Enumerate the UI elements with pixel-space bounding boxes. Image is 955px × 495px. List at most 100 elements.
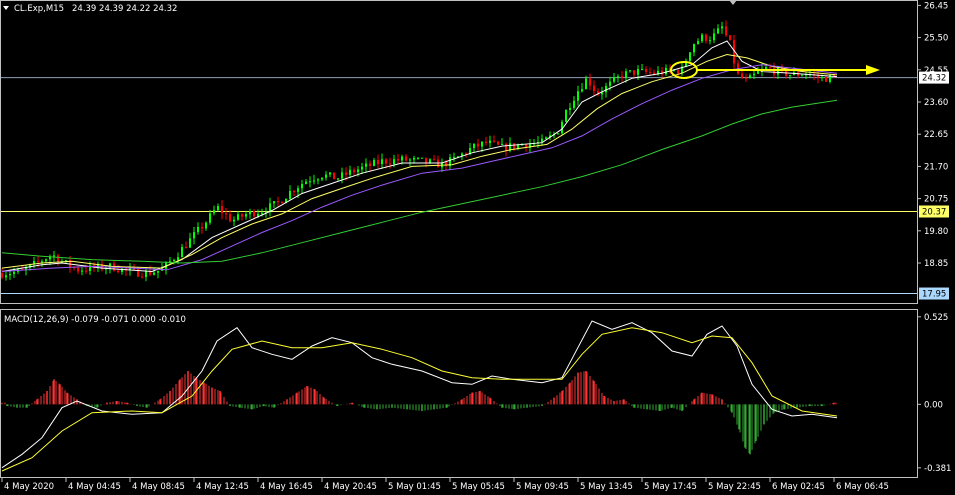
- candle[interactable]: [349, 169, 351, 175]
- candle[interactable]: [825, 77, 827, 82]
- candle[interactable]: [309, 181, 311, 183]
- candle[interactable]: [237, 214, 239, 220]
- candle[interactable]: [801, 75, 803, 77]
- candle[interactable]: [137, 268, 139, 277]
- candle[interactable]: [369, 163, 371, 166]
- candle[interactable]: [629, 70, 631, 72]
- candle[interactable]: [393, 159, 395, 164]
- candle[interactable]: [753, 73, 755, 76]
- candle[interactable]: [249, 211, 251, 215]
- candle[interactable]: [473, 143, 475, 149]
- candle[interactable]: [321, 177, 323, 180]
- candle[interactable]: [729, 35, 731, 41]
- candle[interactable]: [697, 41, 699, 45]
- candle[interactable]: [641, 68, 643, 70]
- candle[interactable]: [665, 67, 667, 75]
- candle[interactable]: [581, 89, 583, 92]
- candle[interactable]: [497, 141, 499, 145]
- candle[interactable]: [609, 81, 611, 86]
- trading-chart[interactable]: 26.4525.5024.5523.6022.6521.7020.7519.80…: [0, 0, 955, 495]
- candle[interactable]: [389, 163, 391, 165]
- candle[interactable]: [189, 238, 191, 248]
- candle[interactable]: [701, 34, 703, 42]
- candle[interactable]: [645, 68, 647, 72]
- candle[interactable]: [197, 226, 199, 233]
- candle[interactable]: [573, 100, 575, 108]
- candle[interactable]: [593, 85, 595, 92]
- candle[interactable]: [341, 172, 343, 179]
- candle[interactable]: [85, 270, 87, 272]
- candle[interactable]: [765, 67, 767, 69]
- candle[interactable]: [717, 28, 719, 34]
- candle[interactable]: [333, 172, 335, 180]
- candle[interactable]: [317, 179, 319, 181]
- candle[interactable]: [9, 273, 11, 276]
- candle[interactable]: [417, 157, 419, 159]
- candle[interactable]: [141, 276, 143, 278]
- candle[interactable]: [625, 71, 627, 78]
- candle[interactable]: [173, 259, 175, 262]
- candle[interactable]: [425, 157, 427, 163]
- candle[interactable]: [181, 247, 183, 258]
- candle[interactable]: [789, 75, 791, 77]
- candle[interactable]: [565, 109, 567, 122]
- candle[interactable]: [277, 201, 279, 203]
- candle[interactable]: [301, 184, 303, 189]
- candle[interactable]: [201, 226, 203, 229]
- candle[interactable]: [81, 270, 83, 272]
- candle[interactable]: [193, 232, 195, 239]
- candle[interactable]: [345, 172, 347, 175]
- candle[interactable]: [57, 255, 59, 263]
- candle[interactable]: [45, 259, 47, 262]
- candle[interactable]: [773, 68, 775, 75]
- candle[interactable]: [245, 214, 247, 217]
- candle[interactable]: [401, 156, 403, 161]
- candle[interactable]: [37, 261, 39, 263]
- candle[interactable]: [385, 159, 387, 164]
- candle[interactable]: [557, 133, 559, 135]
- candle[interactable]: [541, 138, 543, 143]
- candle[interactable]: [337, 178, 339, 180]
- candle[interactable]: [705, 34, 707, 41]
- candle[interactable]: [117, 270, 119, 273]
- candle[interactable]: [261, 212, 263, 214]
- candle[interactable]: [221, 206, 223, 214]
- candle[interactable]: [77, 267, 79, 272]
- candle[interactable]: [677, 70, 679, 74]
- candle[interactable]: [241, 214, 243, 217]
- candle[interactable]: [225, 213, 227, 215]
- candle[interactable]: [421, 157, 423, 159]
- candle[interactable]: [485, 141, 487, 144]
- candle[interactable]: [633, 70, 635, 75]
- candle[interactable]: [329, 172, 331, 175]
- candle[interactable]: [409, 159, 411, 161]
- candle[interactable]: [253, 211, 255, 217]
- candle[interactable]: [613, 77, 615, 82]
- candle[interactable]: [213, 210, 215, 214]
- candle[interactable]: [693, 44, 695, 53]
- candle[interactable]: [749, 75, 751, 79]
- candle[interactable]: [53, 255, 55, 257]
- candle[interactable]: [209, 213, 211, 223]
- candle[interactable]: [313, 180, 315, 182]
- candle[interactable]: [481, 141, 483, 147]
- candle[interactable]: [649, 71, 651, 73]
- candle[interactable]: [353, 169, 355, 173]
- candle[interactable]: [769, 67, 771, 69]
- candle[interactable]: [361, 166, 363, 170]
- candle[interactable]: [605, 85, 607, 93]
- candle[interactable]: [217, 206, 219, 211]
- candle[interactable]: [429, 159, 431, 163]
- candle[interactable]: [381, 159, 383, 165]
- candle[interactable]: [373, 160, 375, 166]
- candle[interactable]: [477, 143, 479, 147]
- candle[interactable]: [545, 137, 547, 139]
- candle[interactable]: [709, 40, 711, 42]
- candle[interactable]: [741, 73, 743, 78]
- candle[interactable]: [153, 272, 155, 275]
- candle[interactable]: [821, 77, 823, 79]
- candle[interactable]: [281, 201, 283, 204]
- candle[interactable]: [577, 91, 579, 101]
- candle[interactable]: [65, 260, 67, 262]
- candle[interactable]: [585, 78, 587, 90]
